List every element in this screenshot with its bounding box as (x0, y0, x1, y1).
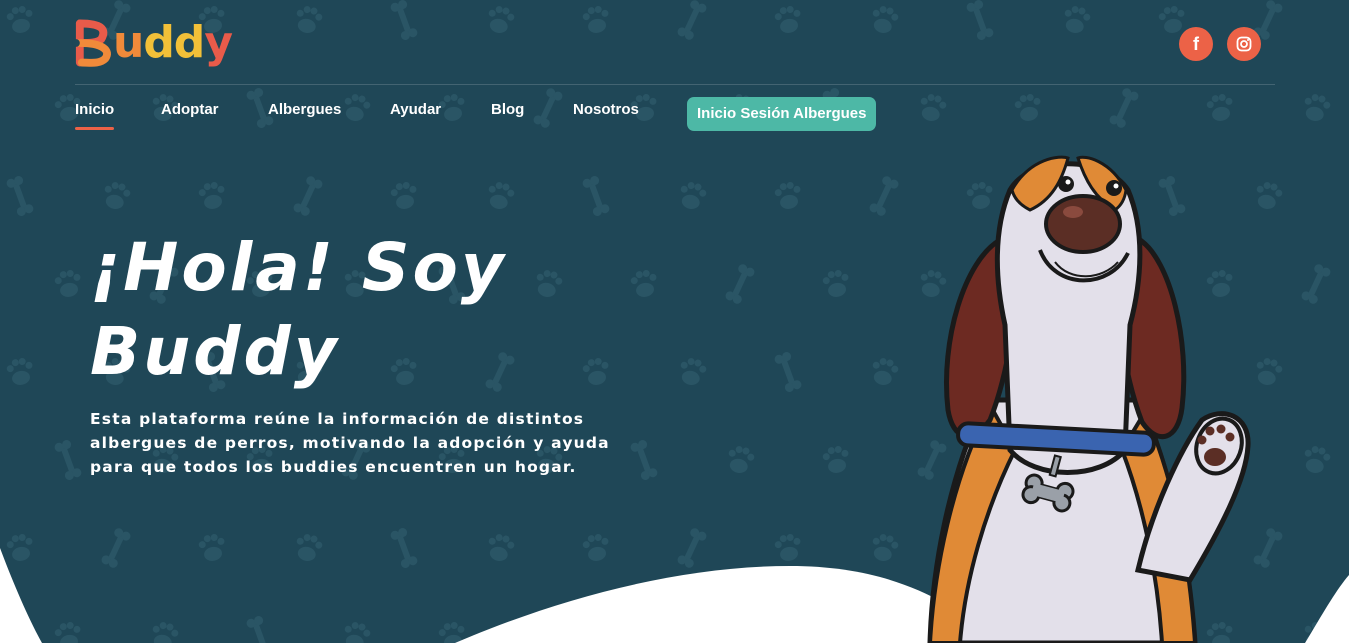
buddy-dog-illustration (927, 155, 1251, 643)
nav-item-blog[interactable]: Blog (491, 101, 524, 118)
hero-title-line-1: ¡Hola! Soy (90, 229, 507, 306)
facebook-link[interactable]: f (1179, 27, 1213, 61)
facebook-icon: f (1193, 34, 1199, 54)
instagram-link[interactable] (1227, 27, 1261, 61)
hero-description-line-3: para que todos los buddies encuentren un… (90, 458, 577, 476)
hero-description-line-1: Esta plataforma reúne la información de … (90, 410, 585, 428)
header-divider (75, 84, 1275, 85)
hero-description: Esta plataforma reúne la información de … (90, 407, 610, 479)
buddy-logo[interactable]: uddy (72, 12, 233, 74)
nav-item-albergues[interactable]: Albergues (268, 101, 341, 118)
nav-item-ayudar[interactable]: Ayudar (390, 101, 441, 118)
login-albergues-button[interactable]: Inicio Sesión Albergues (687, 97, 877, 131)
hero-description-line-2: albergues de perros, motivando la adopci… (90, 434, 610, 452)
instagram-icon (1236, 36, 1252, 52)
nav-item-nosotros[interactable]: Nosotros (573, 101, 639, 118)
hero-title-line-2: Buddy (90, 313, 340, 390)
nav-item-adoptar[interactable]: Adoptar (161, 101, 219, 118)
logo-letter-1: u (112, 17, 144, 68)
hero-title: ¡Hola! Soy Buddy (90, 226, 507, 394)
nav-item-inicio[interactable]: Inicio (75, 101, 115, 130)
logo-letter-2: dd (143, 17, 205, 68)
logo-text: uddy (113, 21, 233, 65)
logo-letter-3: y (204, 17, 233, 68)
logo-b-icon (72, 19, 111, 67)
